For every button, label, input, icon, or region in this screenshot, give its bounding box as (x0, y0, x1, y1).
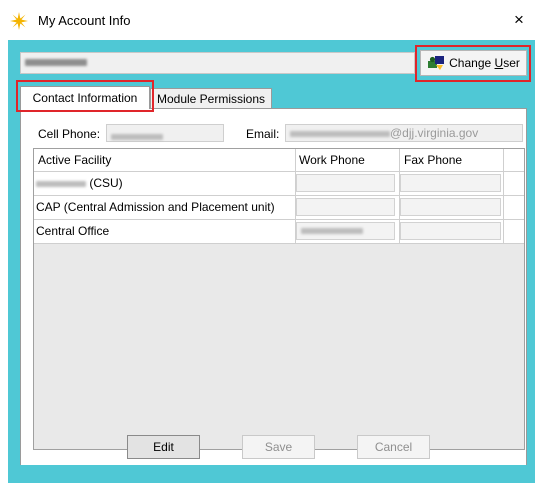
table-row[interactable]: CAP (Central Admission and Placement uni… (34, 196, 524, 220)
cancel-button[interactable]: Cancel (357, 435, 430, 459)
grid-divider (295, 149, 296, 244)
work-phone-redacted (301, 228, 363, 234)
work-phone-cell[interactable] (296, 222, 395, 240)
sun-icon (10, 12, 28, 30)
edit-button[interactable]: Edit (127, 435, 200, 459)
work-phone-cell[interactable] (296, 198, 395, 216)
facility-cell: CAP (Central Admission and Placement uni… (36, 200, 275, 214)
fax-phone-cell[interactable] (400, 198, 501, 216)
title-bar: My Account Info × (0, 0, 535, 40)
col-work-phone[interactable]: Work Phone (299, 153, 365, 167)
facility-redacted (36, 180, 86, 187)
save-button[interactable]: Save (242, 435, 315, 459)
fax-phone-cell[interactable] (400, 222, 501, 240)
tab-highlight (16, 80, 154, 112)
cell-phone-redacted (111, 133, 163, 140)
email-label: Email: (246, 127, 280, 141)
cell-phone-field[interactable] (106, 124, 224, 142)
facility-cell: (CSU) (36, 176, 123, 190)
tab-module-permissions[interactable]: Module Permissions (150, 88, 272, 109)
close-button[interactable]: × (509, 10, 529, 30)
facility-grid: Active Facility Work Phone Fax Phone (CS… (33, 148, 525, 450)
email-redacted (290, 130, 390, 137)
change-user-highlight (415, 45, 531, 82)
grid-divider (399, 149, 400, 244)
col-active-facility[interactable]: Active Facility (38, 153, 111, 167)
window-title: My Account Info (38, 13, 131, 28)
window-bottom-frame (8, 465, 535, 483)
tab-module-permissions-label: Module Permissions (156, 91, 266, 106)
facility-cell: Central Office (36, 224, 110, 238)
current-user-field (20, 52, 415, 74)
fax-phone-cell[interactable] (400, 174, 501, 192)
email-domain: @djj.virginia.gov (390, 126, 479, 140)
work-phone-cell[interactable] (296, 174, 395, 192)
email-field[interactable]: @djj.virginia.gov (285, 124, 523, 142)
table-row[interactable]: Central Office (34, 220, 524, 244)
cell-phone-label: Cell Phone: (38, 127, 101, 141)
user-name-redacted (25, 59, 87, 66)
table-row[interactable]: (CSU) (34, 172, 524, 196)
grid-header: Active Facility Work Phone Fax Phone (34, 149, 524, 172)
grid-divider (503, 149, 504, 244)
col-fax-phone[interactable]: Fax Phone (404, 153, 462, 167)
